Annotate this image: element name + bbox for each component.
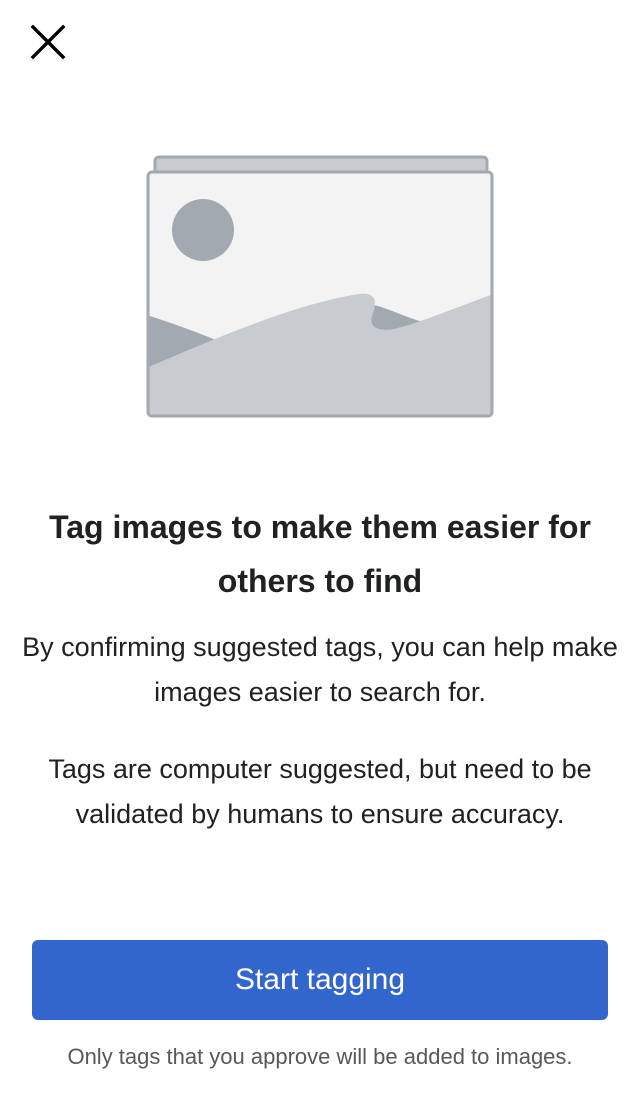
close-button[interactable] [24, 18, 72, 66]
image-placeholder-illustration [144, 154, 496, 420]
start-tagging-button[interactable]: Start tagging [32, 940, 608, 1020]
validation-paragraph: Tags are computer suggested, but need to… [48, 754, 592, 829]
description-paragraph: By confirming suggested tags, you can he… [22, 632, 618, 707]
footnote: Only tags that you approve will be added… [67, 1044, 573, 1069]
page-title: Tag images to make them easier for other… [49, 509, 591, 599]
close-icon [30, 24, 66, 60]
image-placeholder-icon [146, 155, 494, 418]
